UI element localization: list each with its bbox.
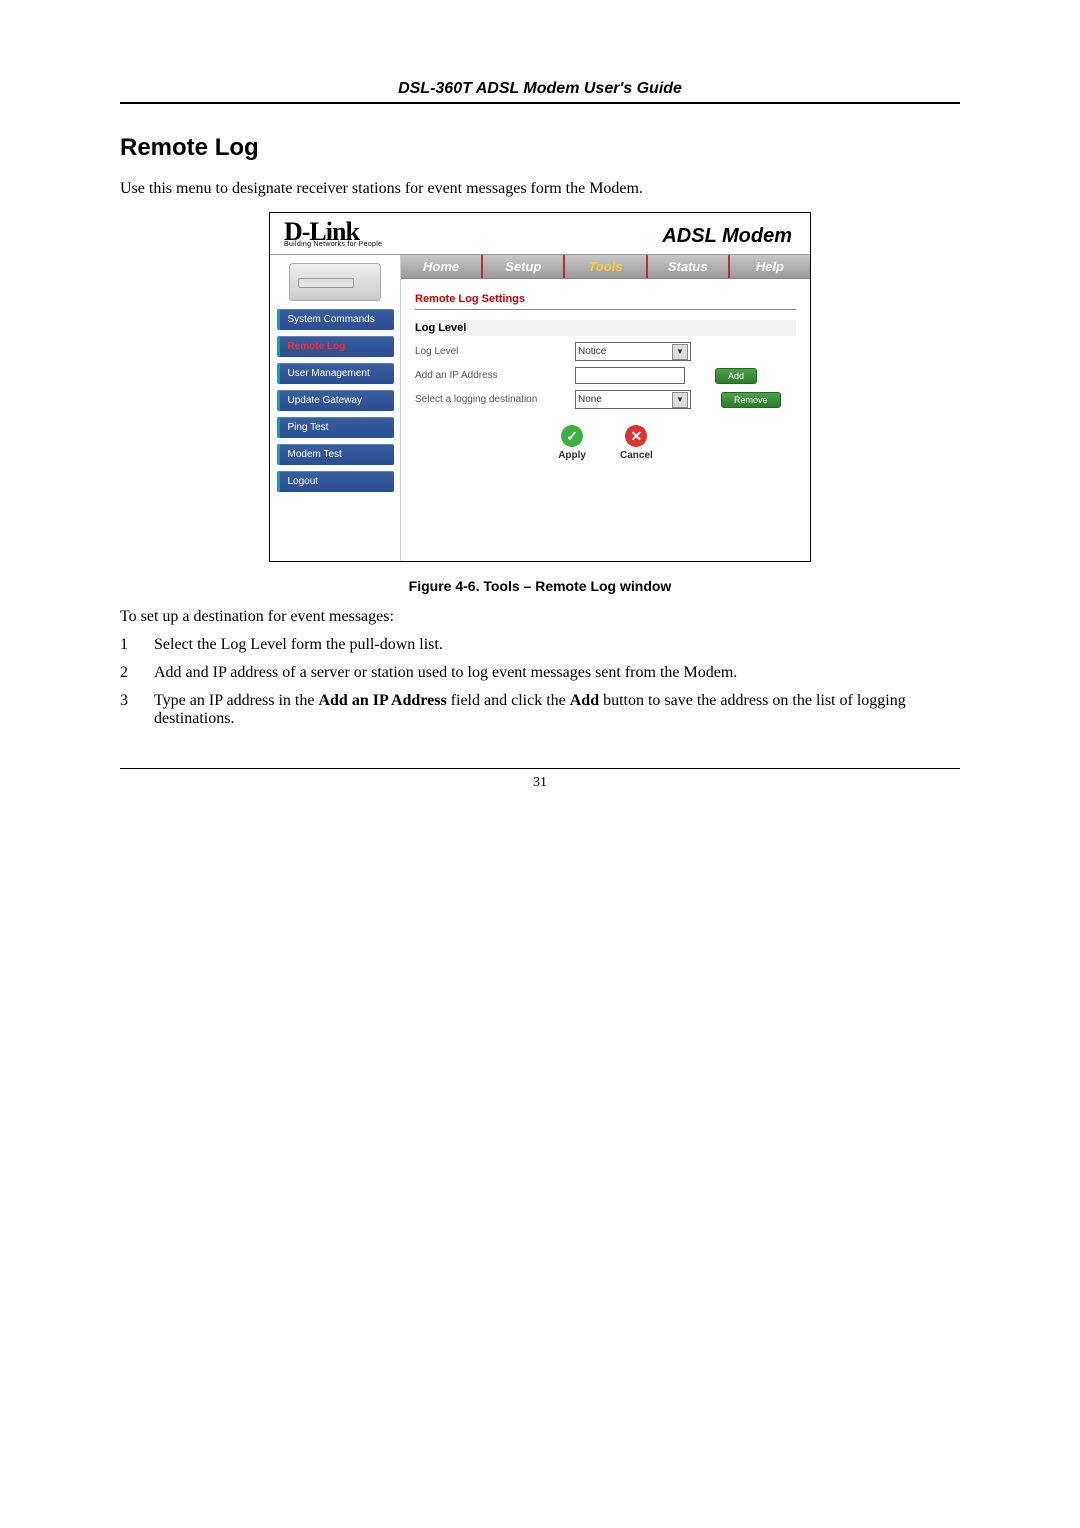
doc-header-title: DSL-360T ADSL Modem User's Guide [120, 80, 960, 98]
sidebar: System Commands Remote Log User Management… [270, 255, 401, 561]
chevron-down-icon: ▼ [672, 344, 688, 360]
step-number: 3 [120, 692, 154, 728]
product-title: ADSL Modem [662, 225, 792, 248]
lead-text: To set up a destination for event messag… [120, 608, 960, 626]
step-item: 1Select the Log Level form the pull-down… [120, 636, 960, 654]
sidebar-item-modem-test[interactable]: Modem Test [277, 444, 394, 465]
cancel-button[interactable]: ✕ Cancel [620, 425, 653, 461]
step-number: 2 [120, 664, 154, 682]
add-button[interactable]: Add [715, 368, 757, 384]
header-rule [120, 102, 960, 104]
panel-title: Remote Log Settings [415, 293, 796, 310]
check-icon: ✓ [561, 425, 583, 447]
step-item: 2Add and IP address of a server or stati… [120, 664, 960, 682]
log-level-label: Log Level [415, 346, 575, 357]
section-heading: Remote Log [120, 134, 960, 162]
figure-caption: Figure 4-6. Tools – Remote Log window [120, 578, 960, 594]
panel-subheader: Log Level [415, 320, 796, 336]
page-number: 31 [120, 775, 960, 791]
steps-list: 1Select the Log Level form the pull-down… [120, 636, 960, 728]
sidebar-item-logout[interactable]: Logout [277, 471, 394, 492]
tab-home[interactable]: Home [401, 255, 483, 278]
log-level-select[interactable]: Notice ▼ [575, 342, 691, 361]
apply-button[interactable]: ✓ Apply [558, 425, 586, 461]
footer-rule [120, 768, 960, 769]
brand-logo: D-Link Building Networks for People [284, 219, 382, 248]
sidebar-item-remote-log[interactable]: Remote Log [277, 336, 394, 357]
sidebar-item-user-management[interactable]: User Management [277, 363, 394, 384]
tab-bar: HomeSetupToolsStatusHelp [401, 255, 810, 279]
step-item: 3Type an IP address in the Add an IP Add… [120, 692, 960, 728]
step-text: Type an IP address in the Add an IP Addr… [154, 692, 960, 728]
destination-select[interactable]: None ▼ [575, 390, 691, 409]
close-icon: ✕ [625, 425, 647, 447]
sidebar-item-ping-test[interactable]: Ping Test [277, 417, 394, 438]
sidebar-item-system-commands[interactable]: System Commands [277, 309, 394, 330]
modem-image [289, 263, 381, 301]
destination-value: None [578, 394, 602, 405]
step-text: Add and IP address of a server or statio… [154, 664, 737, 682]
tab-help[interactable]: Help [730, 255, 810, 278]
screenshot-figure: D-Link Building Networks for People ADSL… [269, 212, 811, 562]
add-ip-label: Add an IP Address [415, 370, 575, 381]
step-text: Select the Log Level form the pull-down … [154, 636, 443, 654]
tab-setup[interactable]: Setup [483, 255, 565, 278]
chevron-down-icon: ▼ [672, 392, 688, 408]
remove-button[interactable]: Remove [721, 392, 781, 408]
log-level-value: Notice [578, 346, 606, 357]
intro-text: Use this menu to designate receiver stat… [120, 180, 960, 198]
destination-label: Select a logging destination [415, 394, 575, 405]
sidebar-item-update-gateway[interactable]: Update Gateway [277, 390, 394, 411]
step-number: 1 [120, 636, 154, 654]
tab-tools[interactable]: Tools [565, 255, 647, 278]
ip-address-input[interactable] [575, 367, 685, 384]
tab-status[interactable]: Status [648, 255, 730, 278]
